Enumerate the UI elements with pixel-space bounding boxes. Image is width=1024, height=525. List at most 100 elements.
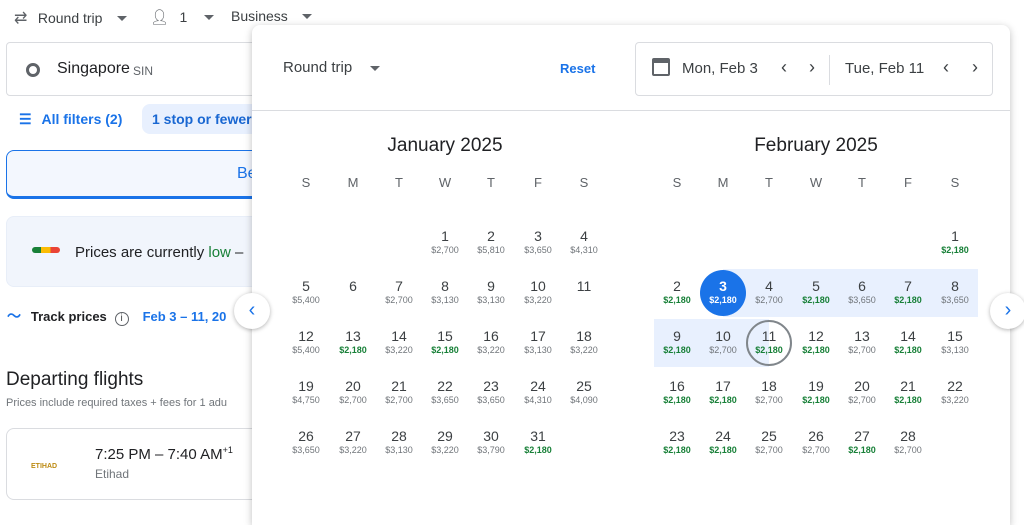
calendar-day[interactable]: 27 $2,180 <box>839 420 885 466</box>
calendar-day[interactable]: 16 $2,180 <box>654 370 700 416</box>
calendar-day[interactable]: 11 $2,180 <box>746 320 792 366</box>
calendar-day[interactable]: 26 $2,700 <box>793 420 839 466</box>
calendar-day[interactable]: 5 $5,400 <box>283 270 329 316</box>
day-number: 23 <box>483 378 499 394</box>
weekday-header: T <box>487 175 495 190</box>
calendar-day[interactable]: 1 $2,180 <box>932 220 978 266</box>
day-price: $2,700 <box>755 445 783 455</box>
etihad-logo: ETIHAD <box>31 463 58 470</box>
day-number: 9 <box>487 278 495 294</box>
calendar-day[interactable]: 15 $2,180 <box>422 320 468 366</box>
calendar-day[interactable]: 1 $2,700 <box>422 220 468 266</box>
depart-next-chevron-icon[interactable]: › <box>809 57 815 78</box>
calendar-day[interactable]: 7 $2,700 <box>376 270 422 316</box>
depart-prev-chevron-icon[interactable]: ‹ <box>781 57 787 78</box>
day-price: $2,180 <box>709 395 737 405</box>
calendar-day[interactable]: 21 $2,700 <box>376 370 422 416</box>
day-number: 19 <box>808 378 824 394</box>
day-number: 22 <box>437 378 453 394</box>
passengers-select[interactable]: 👤︎ 1 <box>150 8 214 27</box>
calendar-day[interactable]: 4 $4,310 <box>561 220 607 266</box>
calendar-day[interactable]: 22 $3,220 <box>932 370 978 416</box>
next-month-button[interactable]: › <box>990 293 1024 329</box>
day-number: 15 <box>437 328 453 344</box>
calendar-day[interactable]: 29 $3,220 <box>422 420 468 466</box>
calendar-day[interactable]: 8 $3,650 <box>932 270 978 316</box>
trend-icon: 〜 <box>7 308 21 324</box>
calendar-day[interactable]: 24 $2,180 <box>700 420 746 466</box>
date-range-field: Mon, Feb 3 ‹ › Tue, Feb 11 ‹ › <box>635 42 993 96</box>
calendar-day[interactable]: 15 $3,130 <box>932 320 978 366</box>
calendar-day[interactable]: 23 $3,650 <box>468 370 514 416</box>
depart-date-input[interactable]: Mon, Feb 3 <box>682 60 758 77</box>
calendar-day[interactable]: 13 $2,180 <box>330 320 376 366</box>
day-number: 30 <box>483 428 499 444</box>
trip-type-select[interactable]: ⇄ Round trip <box>14 8 127 28</box>
calendar-day[interactable]: 14 $2,180 <box>885 320 931 366</box>
calendar-day[interactable]: 31 $2,180 <box>515 420 561 466</box>
calendar-day[interactable]: 17 $2,180 <box>700 370 746 416</box>
calendar-day[interactable]: 30 $3,790 <box>468 420 514 466</box>
calendar-day[interactable]: 18 $3,220 <box>561 320 607 366</box>
price-insight-text: Prices are currently low – <box>75 244 243 261</box>
day-number: 24 <box>530 378 546 394</box>
return-date-input[interactable]: Tue, Feb 11 <box>845 60 924 77</box>
calendar-day[interactable]: 13 $2,700 <box>839 320 885 366</box>
weekday-header: M <box>717 175 729 190</box>
return-prev-chevron-icon[interactable]: ‹ <box>943 57 949 78</box>
calendar-day[interactable]: 4 $2,700 <box>746 270 792 316</box>
calendar-day[interactable]: 14 $3,220 <box>376 320 422 366</box>
calendar-day[interactable]: 22 $3,650 <box>422 370 468 416</box>
return-next-chevron-icon[interactable]: › <box>972 57 978 78</box>
calendar-day[interactable]: 17 $3,130 <box>515 320 561 366</box>
track-prices-row[interactable]: 〜 Track prices i Feb 3 – 11, 20 <box>7 306 226 326</box>
cabin-select[interactable]: Business <box>231 8 313 26</box>
calendar-day[interactable]: 7 $2,180 <box>885 270 931 316</box>
day-price: $3,650 <box>524 245 552 255</box>
calendar-day[interactable]: 25 $2,700 <box>746 420 792 466</box>
calendar-day[interactable]: 3 $2,180 <box>700 270 746 316</box>
flight-card[interactable]: ETIHAD 7:25 PM – 7:40 AM+1 Etihad <box>6 428 266 500</box>
calendar-day[interactable]: 19 $2,180 <box>793 370 839 416</box>
calendar-day[interactable]: 28 $2,700 <box>885 420 931 466</box>
calendar-day[interactable]: 21 $2,180 <box>885 370 931 416</box>
calendar-day[interactable]: 25 $4,090 <box>561 370 607 416</box>
trip-type-label: Round trip <box>37 10 103 26</box>
calendar-day[interactable]: 20 $2,700 <box>839 370 885 416</box>
day-price: $2,180 <box>663 345 691 355</box>
calendar-day[interactable]: 6 $3,650 <box>839 270 885 316</box>
calendar-day[interactable]: 18 $2,700 <box>746 370 792 416</box>
calendar-day[interactable]: 27 $3,220 <box>330 420 376 466</box>
day-price: $3,220 <box>941 395 969 405</box>
dialog-trip-type-select[interactable]: Round trip <box>283 59 381 76</box>
stops-filter-chip[interactable]: 1 stop or fewer <box>142 104 262 134</box>
calendar-day[interactable]: 6 <box>330 270 376 316</box>
all-filters-button[interactable]: ☰ All filters (2) <box>19 111 122 128</box>
calendar-day[interactable]: 23 $2,180 <box>654 420 700 466</box>
track-prices-label: Track prices <box>30 309 107 324</box>
calendar-day[interactable]: 16 $3,220 <box>468 320 514 366</box>
calendar-day[interactable]: 10 $2,700 <box>700 320 746 366</box>
prev-month-button[interactable]: ‹ <box>234 293 270 329</box>
calendar-day[interactable]: 24 $4,310 <box>515 370 561 416</box>
calendar-day[interactable]: 12 $2,180 <box>793 320 839 366</box>
calendar-day[interactable]: 2 $2,180 <box>654 270 700 316</box>
calendar-day[interactable]: 28 $3,130 <box>376 420 422 466</box>
day-price: $2,700 <box>894 445 922 455</box>
calendar-day[interactable]: 19 $4,750 <box>283 370 329 416</box>
calendar-day[interactable]: 2 $5,810 <box>468 220 514 266</box>
calendar-day[interactable]: 26 $3,650 <box>283 420 329 466</box>
calendar-day[interactable]: 11 <box>561 270 607 316</box>
reset-button[interactable]: Reset <box>560 61 595 76</box>
best-tab[interactable]: Be <box>6 150 266 199</box>
calendar-day[interactable]: 12 $5,400 <box>283 320 329 366</box>
calendar-day[interactable]: 20 $2,700 <box>330 370 376 416</box>
calendar-day[interactable]: 5 $2,180 <box>793 270 839 316</box>
calendar-day[interactable]: 9 $3,130 <box>468 270 514 316</box>
calendar-day[interactable]: 8 $3,130 <box>422 270 468 316</box>
day-number: 4 <box>580 228 588 244</box>
calendar-day[interactable]: 9 $2,180 <box>654 320 700 366</box>
calendar-day[interactable]: 10 $3,220 <box>515 270 561 316</box>
calendar-day[interactable]: 3 $3,650 <box>515 220 561 266</box>
origin-city: Singapore <box>57 60 130 77</box>
